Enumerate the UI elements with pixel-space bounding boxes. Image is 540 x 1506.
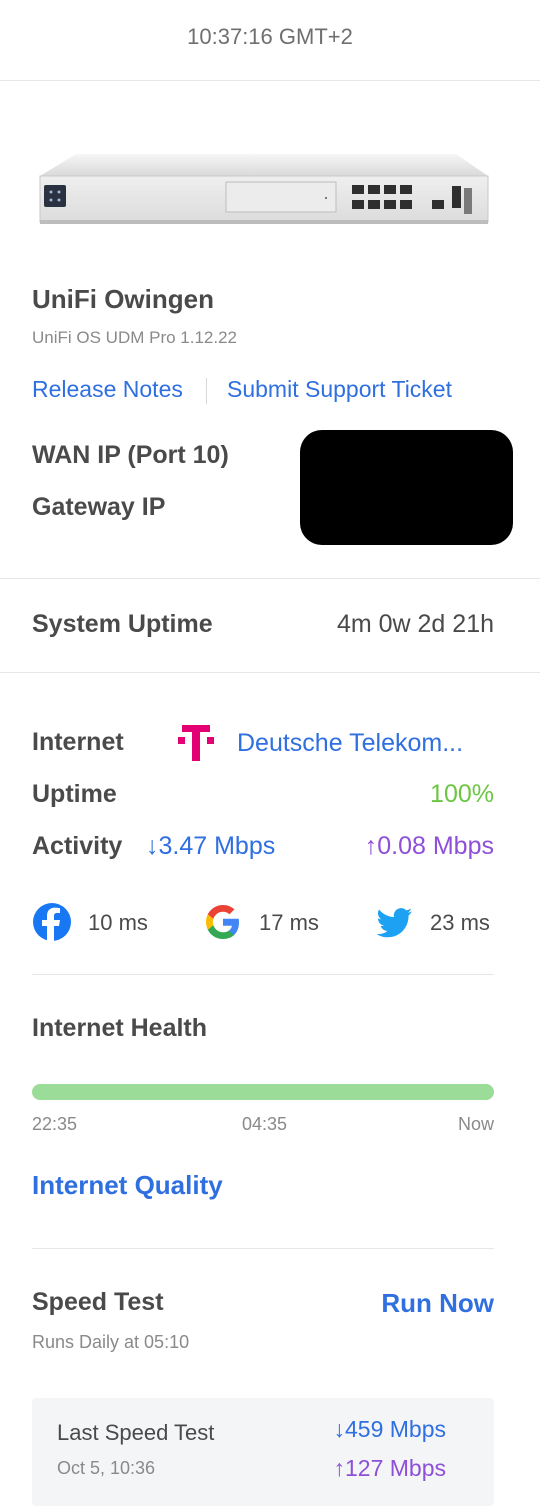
speed-test-label: Speed Test xyxy=(32,1288,164,1316)
internet-uptime-value: 100% xyxy=(430,780,494,808)
internet-uptime-label: Uptime xyxy=(32,780,117,808)
udm-pro-device-image xyxy=(39,154,489,224)
facebook-icon xyxy=(33,903,71,941)
internet-health-bar[interactable] xyxy=(32,1084,494,1100)
divider xyxy=(32,1248,494,1249)
internet-health-label: Internet Health xyxy=(32,1014,208,1042)
last-speed-test-download: ↓459 Mbps xyxy=(333,1416,446,1442)
internet-quality-link[interactable]: Internet Quality xyxy=(32,1170,223,1201)
facebook-ping: 10 ms xyxy=(88,910,148,935)
google-ping: 17 ms xyxy=(259,910,319,935)
submit-support-ticket-link[interactable]: Submit Support Ticket xyxy=(227,376,452,403)
last-speed-test-upload: ↑127 Mbps xyxy=(333,1455,446,1481)
health-tick-now: Now xyxy=(457,1114,494,1134)
google-icon xyxy=(206,905,239,939)
health-tick-mid: 04:35 xyxy=(242,1114,288,1134)
divider xyxy=(32,974,494,975)
last-speed-test-date: Oct 5, 10:36 xyxy=(57,1458,156,1478)
speed-test-schedule: Runs Daily at 05:10 xyxy=(32,1332,190,1352)
divider xyxy=(0,672,540,673)
divider xyxy=(0,578,540,579)
activity-label: Activity xyxy=(32,832,123,860)
internet-label: Internet xyxy=(32,728,124,756)
header-time: 10:37:16 GMT+2 xyxy=(187,24,353,49)
isp-link[interactable]: Deutsche Telekom... xyxy=(237,729,463,758)
device-name: UniFi Owingen xyxy=(32,284,214,314)
activity-download-rate: ↓3.47 Mbps xyxy=(146,832,276,860)
last-speed-test-label: Last Speed Test xyxy=(57,1420,215,1445)
link-separator xyxy=(206,378,207,404)
divider xyxy=(0,80,540,81)
activity-upload-rate: ↑0.08 Mbps xyxy=(364,832,494,860)
system-uptime-value: 4m 0w 2d 21h xyxy=(336,610,494,638)
run-now-button[interactable]: Run Now xyxy=(381,1288,494,1319)
last-speed-test-card xyxy=(32,1398,494,1506)
release-notes-link[interactable]: Release Notes xyxy=(32,376,183,403)
twitter-ping: 23 ms xyxy=(430,910,490,935)
device-subtitle: UniFi OS UDM Pro 1.12.22 xyxy=(32,328,238,347)
wan-ip-label: WAN IP (Port 10) xyxy=(32,441,229,469)
telekom-logo-icon xyxy=(178,725,214,761)
system-uptime-label: System Uptime xyxy=(32,610,213,638)
gateway-ip-label: Gateway IP xyxy=(32,493,166,521)
redacted-ip-block xyxy=(300,430,513,545)
health-tick-start: 22:35 xyxy=(32,1114,78,1134)
twitter-icon xyxy=(376,908,412,938)
